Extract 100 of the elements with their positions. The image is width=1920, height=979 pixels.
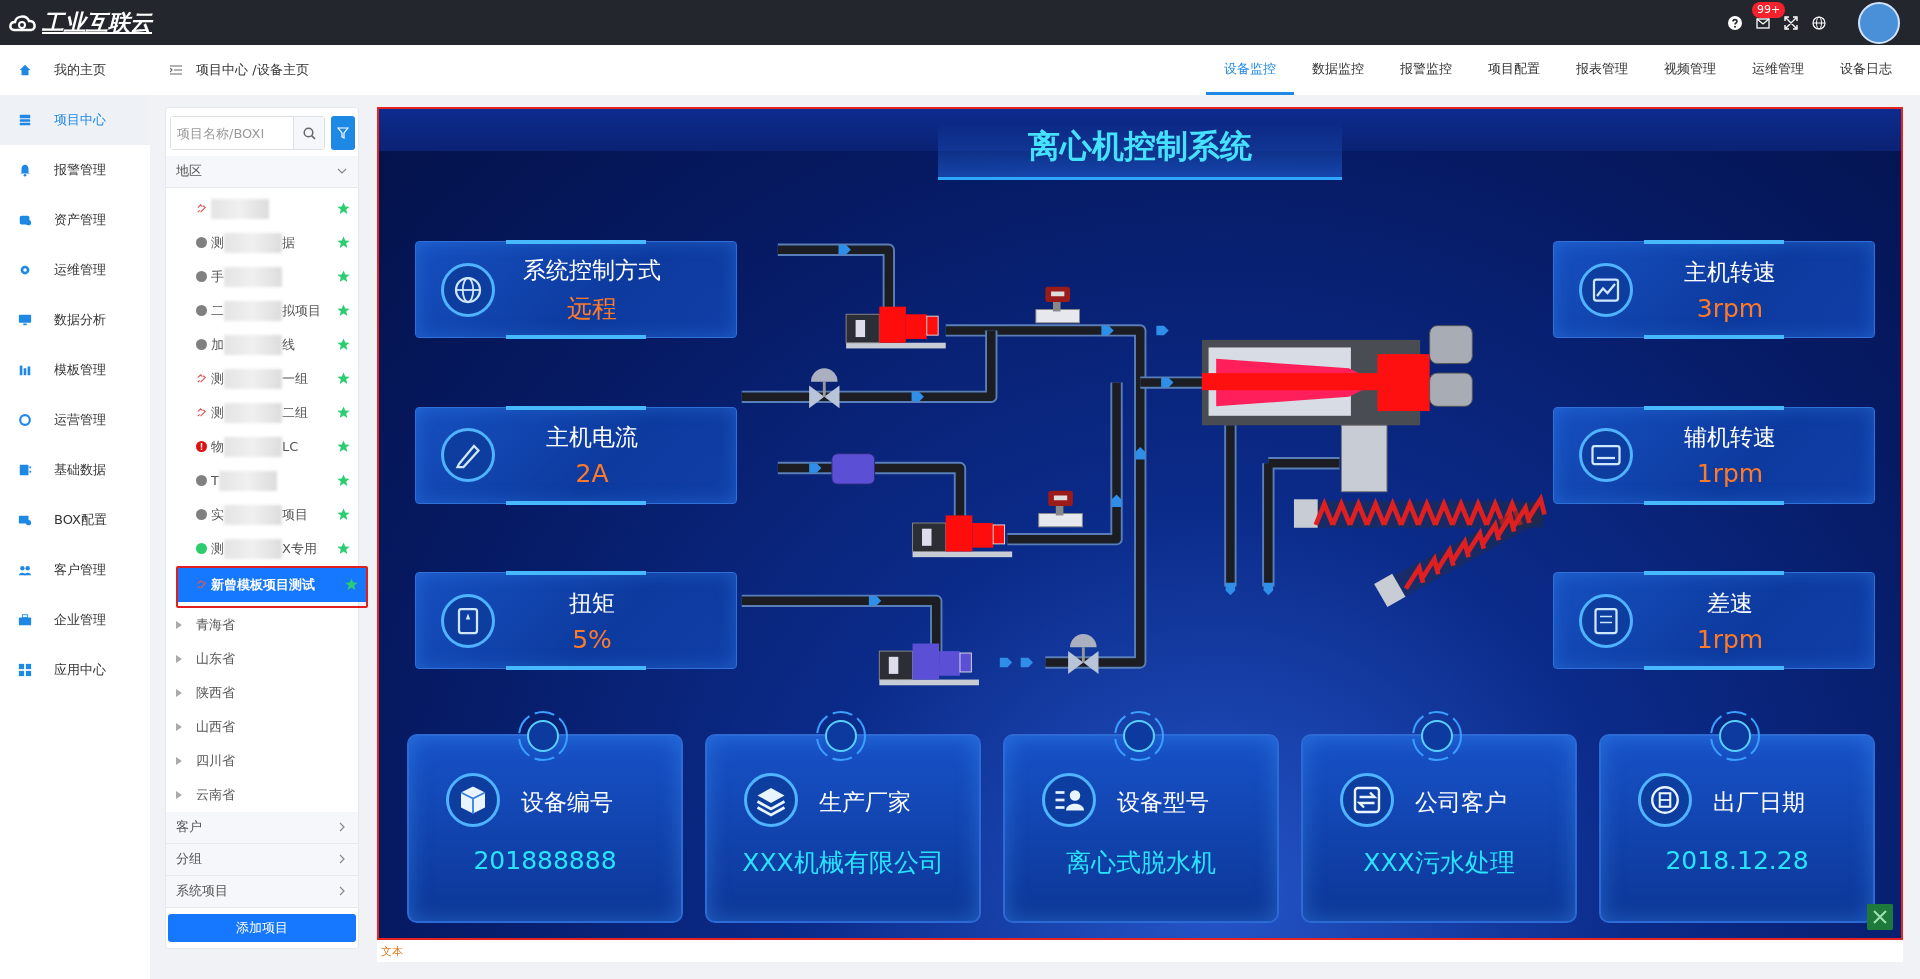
- project-name: 加: [211, 335, 224, 354]
- database-icon: [18, 113, 32, 127]
- project-name: 拟项目: [282, 301, 321, 320]
- menu-icon[interactable]: [170, 65, 182, 75]
- project-item[interactable]: 加 线: [166, 327, 358, 362]
- star-icon[interactable]: [337, 474, 350, 488]
- broken-link-icon: [196, 407, 207, 419]
- province-item[interactable]: 云南省: [166, 777, 358, 812]
- star-icon[interactable]: [337, 270, 350, 284]
- help-icon[interactable]: [1728, 15, 1742, 30]
- project-name: 新曾模板项目测试: [211, 575, 315, 594]
- alert-icon: [196, 441, 207, 453]
- project-name: 二组: [282, 403, 308, 422]
- metric-label: 系统控制方式: [523, 255, 661, 285]
- project-item[interactable]: 实 项目: [166, 497, 358, 532]
- dashboard-title: 离心机控制系统: [938, 123, 1342, 180]
- tab[interactable]: 数据监控: [1294, 45, 1382, 95]
- broken-link-icon: [196, 373, 207, 385]
- region-section-header[interactable]: 地区: [166, 156, 358, 188]
- tab[interactable]: 视频管理: [1646, 45, 1734, 95]
- metric-label: 差速: [1707, 588, 1753, 618]
- tab[interactable]: 报表管理: [1558, 45, 1646, 95]
- filter-button[interactable]: [331, 116, 355, 150]
- tab[interactable]: 设备监控: [1206, 45, 1294, 95]
- section-header[interactable]: 系统项目: [166, 875, 358, 908]
- bar-chart-icon: [18, 363, 32, 377]
- monitor-icon: [18, 313, 32, 327]
- briefcase-icon: [18, 613, 32, 627]
- project-item[interactable]: 测 二组: [166, 395, 358, 430]
- search-icon[interactable]: [302, 126, 316, 140]
- section-header[interactable]: 客户: [166, 811, 358, 844]
- caret-icon: [176, 722, 182, 731]
- star-icon[interactable]: [337, 542, 350, 556]
- project-item[interactable]: 测 X专用: [166, 531, 358, 566]
- project-item[interactable]: 测 一组: [166, 361, 358, 396]
- info-value: XXX机械有限公司: [741, 847, 945, 880]
- section-header[interactable]: 分组: [166, 843, 358, 876]
- project-name: 一组: [282, 369, 308, 388]
- star-icon[interactable]: [345, 578, 358, 592]
- status-dot: [196, 475, 207, 487]
- metric-label: 主机转速: [1684, 257, 1776, 287]
- province-item[interactable]: 陕西省: [166, 675, 358, 710]
- caret-icon: [176, 654, 182, 663]
- status-dot: [196, 237, 207, 249]
- tab[interactable]: 项目配置: [1470, 45, 1558, 95]
- star-icon[interactable]: [337, 236, 350, 250]
- blurred-text: [218, 470, 277, 491]
- search-field[interactable]: 项目名称/BOXI: [170, 116, 325, 150]
- home-icon: [18, 63, 32, 77]
- star-icon[interactable]: [337, 304, 350, 318]
- project-name: 项目: [282, 505, 308, 524]
- project-name: 物: [211, 437, 224, 456]
- metric-value: 1rpm: [1696, 624, 1764, 654]
- star-icon[interactable]: [337, 406, 350, 420]
- project-item[interactable]: 新曾模板项目测试: [178, 567, 366, 602]
- info-label: 生产厂家: [819, 787, 911, 817]
- status-dot: [196, 305, 207, 317]
- star-icon[interactable]: [337, 508, 350, 522]
- star-icon[interactable]: [337, 202, 350, 216]
- tab[interactable]: 运维管理: [1734, 45, 1822, 95]
- project-item[interactable]: 手: [166, 259, 358, 294]
- tab[interactable]: 报警监控: [1382, 45, 1470, 95]
- info-value: 离心式脱水机: [1065, 847, 1217, 880]
- province-item[interactable]: 山西省: [166, 709, 358, 744]
- project-name: 实: [211, 505, 224, 524]
- user-avatar[interactable]: [1858, 1, 1900, 44]
- add-project-button[interactable]: 添加项目: [168, 913, 356, 942]
- metric-value: 5%: [572, 624, 612, 654]
- project-name: 二: [211, 301, 224, 320]
- mail-icon[interactable]: [1756, 15, 1770, 30]
- metric-label: 主机电流: [546, 423, 638, 453]
- star-icon[interactable]: [337, 372, 350, 386]
- metric-value: 2A: [575, 459, 609, 489]
- broken-link-icon: [196, 579, 207, 591]
- notification-badge: 99+: [1752, 1, 1786, 18]
- status-dot: [196, 271, 207, 283]
- app-logo-text: 工业互联云: [42, 8, 152, 37]
- project-item[interactable]: T: [166, 463, 358, 498]
- blurred-text: [224, 368, 282, 389]
- star-icon[interactable]: [337, 338, 350, 352]
- globe-icon[interactable]: [1812, 15, 1826, 30]
- document-icon: [18, 463, 32, 477]
- project-name: X专用: [282, 539, 317, 558]
- project-name: LC: [282, 439, 299, 455]
- caret-icon: [176, 790, 182, 799]
- project-name: T: [211, 473, 219, 489]
- filter-icon: [337, 127, 349, 139]
- star-icon[interactable]: [337, 440, 350, 454]
- tab[interactable]: 设备日志: [1822, 45, 1910, 95]
- province-item[interactable]: 山东省: [166, 641, 358, 676]
- project-item[interactable]: 二 拟项目: [166, 293, 358, 328]
- info-value: 2018.12.28: [1664, 846, 1810, 876]
- project-name: 线: [282, 335, 295, 354]
- project-item[interactable]: 测 据: [166, 225, 358, 260]
- province-item[interactable]: 青海省: [166, 607, 358, 642]
- status-dot: [196, 509, 207, 521]
- metric-label: 辅机转速: [1684, 423, 1776, 453]
- province-item[interactable]: 四川省: [166, 743, 358, 778]
- project-item[interactable]: 物 LC: [166, 429, 358, 464]
- caption-text: 文本: [381, 945, 403, 958]
